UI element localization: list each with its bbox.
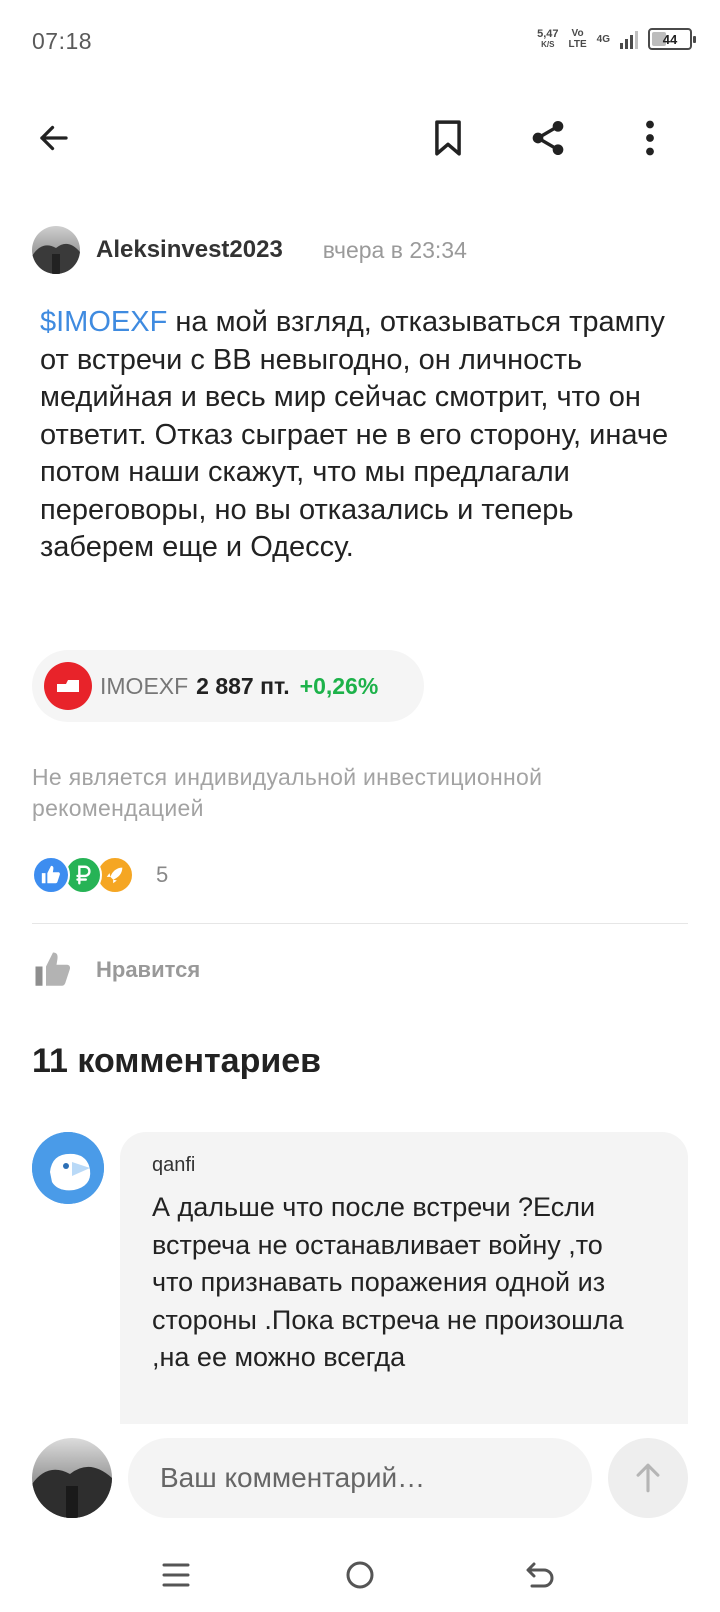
network-speed: 5,47 K/S [537,28,559,50]
thumbs-up-outline-icon [35,952,71,986]
ticker-change: +0,26% [299,672,379,699]
commenter-avatar[interactable] [32,1132,104,1204]
ticker-price: 2 887 пт. [196,672,290,699]
recent-apps-button[interactable] [148,1550,204,1600]
home-circle-icon [346,1561,374,1589]
divider [32,923,688,924]
ticker-name: IMOEXF [100,672,189,699]
send-button[interactable] [608,1438,688,1518]
menu-icon [162,1563,190,1587]
share-icon [532,121,564,155]
ticker-chip[interactable]: IMOEXF 2 887 пт. +0,26% [32,650,424,722]
post-time: вчера в 23:34 [322,236,467,263]
comments-title: 11 комментариев [32,1042,322,1080]
bookmark-button[interactable] [418,108,478,168]
status-bar: 07:18 5,47 K/S Vo LTE 4G 44 [0,0,720,80]
post-author-row: Aleksinvest2023 вчера в 23:34 [32,224,467,276]
like-label: Нравится [96,957,201,982]
home-button[interactable] [332,1550,388,1600]
comment-input[interactable] [128,1438,592,1518]
post-body: $IMOEXF на мой взгляд, отказываться трам… [40,304,680,567]
author-avatar[interactable] [32,226,80,274]
bookmark-icon [435,120,461,156]
share-button[interactable] [518,108,578,168]
thumbs-up-icon [32,856,70,894]
comment-text: А дальше что после встречи ?Если встреча… [152,1192,624,1372]
back-icon [526,1562,554,1588]
system-navigation-bar [0,1540,720,1612]
comment-bubble: qanfi А дальше что после встречи ?Если в… [120,1132,688,1462]
comment-composer [0,1424,720,1532]
battery-icon: 44 [648,28,696,50]
post-text: на мой взгляд, отказываться трампу от вс… [40,306,669,563]
network-generation: 4G [596,33,610,45]
arrow-left-icon [40,125,68,151]
user-avatar [32,1438,112,1518]
moex-logo-icon [44,662,92,710]
arrow-up-icon [636,1463,660,1493]
status-indicators: 5,47 K/S Vo LTE 4G 44 [537,24,696,54]
reactions-summary[interactable]: 5 [32,854,168,896]
like-button[interactable]: Нравится [32,946,200,994]
more-vertical-icon [646,120,654,156]
top-toolbar [0,100,720,176]
more-options-button[interactable] [620,108,680,168]
battery-percent: 44 [662,31,678,47]
reaction-count: 5 [156,862,169,887]
comment-author[interactable]: qanfi [152,1154,656,1177]
signal-icon [620,29,638,49]
nav-back-button[interactable] [512,1550,568,1600]
back-button[interactable] [24,108,84,168]
volte-indicator: Vo LTE [568,28,587,50]
disclaimer: Не является индивидуальной инвестиционно… [32,764,543,821]
author-name[interactable]: Aleksinvest2023 [96,236,283,264]
status-time: 07:18 [32,28,93,54]
ticker-link[interactable]: $IMOEXF [40,306,167,338]
